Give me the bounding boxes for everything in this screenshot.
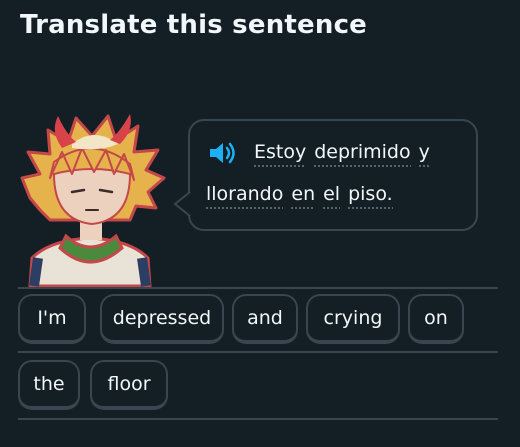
answer-line bbox=[18, 351, 498, 353]
word-chip[interactable]: and bbox=[232, 294, 298, 344]
answer-line bbox=[18, 287, 498, 289]
prompt-word[interactable]: Estoy bbox=[254, 141, 307, 167]
word-chip[interactable]: I'm bbox=[18, 294, 86, 344]
prompt-word[interactable]: piso. bbox=[348, 183, 393, 209]
speech-bubble-tail bbox=[173, 192, 191, 216]
prompt-word[interactable]: el bbox=[323, 183, 341, 209]
word-chip[interactable]: crying bbox=[306, 294, 400, 344]
word-chip[interactable]: floor bbox=[90, 360, 168, 410]
prompt-word[interactable]: y bbox=[418, 141, 430, 167]
prompt-word[interactable]: deprimido bbox=[314, 141, 411, 167]
prompt-word[interactable]: llorando bbox=[206, 183, 284, 209]
answer-line bbox=[18, 418, 498, 420]
page-title: Translate this sentence bbox=[20, 10, 368, 40]
speech-bubble: Estoy deprimido y llorando en el piso. bbox=[188, 119, 478, 231]
prompt-word[interactable]: en bbox=[291, 183, 316, 209]
character-illustration bbox=[10, 108, 170, 288]
prompt-line-1: Estoy deprimido y bbox=[254, 141, 430, 167]
prompt-line-2: llorando en el piso. bbox=[206, 183, 393, 209]
word-chip[interactable]: depressed bbox=[100, 294, 224, 344]
word-chip[interactable]: the bbox=[18, 360, 80, 410]
word-chip[interactable]: on bbox=[408, 294, 464, 344]
speaker-icon[interactable] bbox=[208, 141, 238, 165]
